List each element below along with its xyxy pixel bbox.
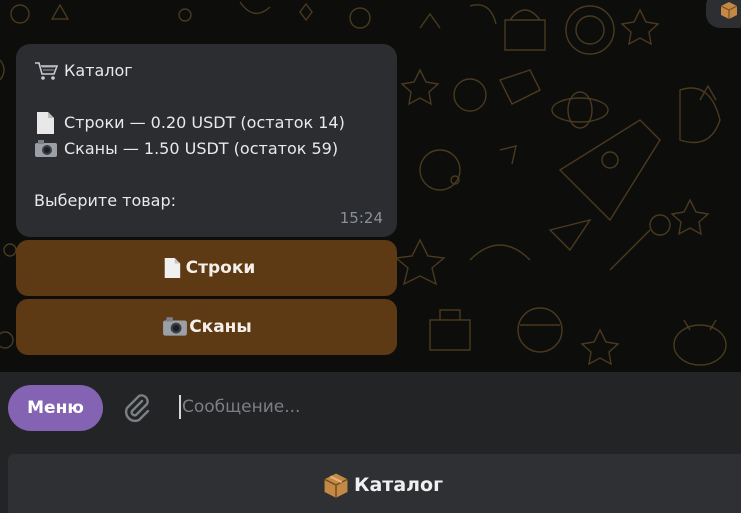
reply-keyboard: Каталог bbox=[0, 445, 741, 513]
inline-button-label: Строки bbox=[185, 258, 256, 278]
text-caret bbox=[179, 395, 181, 419]
page-icon bbox=[158, 256, 186, 280]
camera-icon bbox=[161, 316, 189, 338]
message-title: Каталог bbox=[64, 61, 133, 80]
reply-button-label: Каталог bbox=[353, 474, 444, 496]
message-title-line: Каталог bbox=[34, 58, 397, 84]
message-time: 15:24 bbox=[339, 209, 383, 227]
inline-button-label: Сканы bbox=[189, 317, 252, 337]
package-icon bbox=[318, 471, 354, 499]
page-icon bbox=[34, 111, 64, 135]
paperclip-icon[interactable] bbox=[120, 392, 154, 426]
chat-area: Каталог Строки — 0.20 USDT (остаток 14) bbox=[0, 0, 741, 372]
message-bubble: Каталог Строки — 0.20 USDT (остаток 14) bbox=[16, 44, 397, 237]
camera-icon bbox=[34, 139, 64, 159]
message-prompt: Выберите товар: bbox=[34, 191, 177, 210]
package-icon bbox=[720, 2, 738, 19]
message-item-text: Сканы — 1.50 USDT (остаток 59) bbox=[64, 139, 339, 158]
menu-button[interactable]: Меню bbox=[8, 385, 103, 431]
message-item-line: Строки — 0.20 USDT (остаток 14) bbox=[34, 110, 397, 136]
corner-chip bbox=[706, 0, 741, 28]
message-item-text: Строки — 0.20 USDT (остаток 14) bbox=[64, 113, 345, 132]
reply-button-catalog[interactable]: Каталог bbox=[8, 454, 741, 513]
inline-button-scans[interactable]: Сканы bbox=[16, 299, 397, 355]
telegram-chat-window: Каталог Строки — 0.20 USDT (остаток 14) bbox=[0, 0, 741, 513]
message-input[interactable] bbox=[182, 385, 722, 429]
inline-button-strings[interactable]: Строки bbox=[16, 240, 397, 296]
message-item-line: Сканы — 1.50 USDT (остаток 59) bbox=[34, 136, 397, 162]
cart-icon bbox=[34, 61, 64, 81]
